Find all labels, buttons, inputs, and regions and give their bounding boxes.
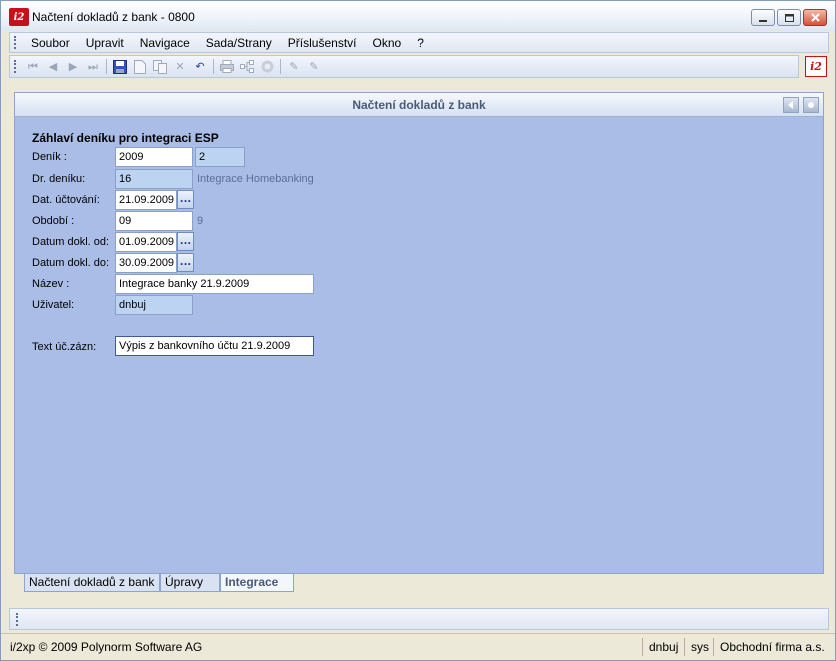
panel-prev-button[interactable] [783, 97, 799, 113]
minimize-button[interactable] [751, 9, 775, 26]
dr-deniku-label: Dr. deníku: [32, 173, 86, 185]
save-icon[interactable] [112, 59, 128, 75]
tab-upravy[interactable]: Úpravy [160, 574, 220, 592]
nazev-label: Název : [32, 278, 70, 290]
dat-uctovani-lookup-button[interactable]: ... [177, 190, 194, 209]
application-window: i2 Načtení dokladů z bank - 0800 Soubor … [0, 0, 836, 661]
panel-next-button[interactable] [803, 97, 819, 113]
datum-do-label: Datum dokl. do: [32, 257, 110, 269]
delete-icon[interactable]: ✕ [172, 59, 188, 75]
last-record-icon[interactable]: ⏭ [85, 59, 101, 75]
dr-deniku-field: 16 [115, 169, 193, 189]
maximize-button[interactable] [777, 9, 801, 26]
status-system: sys [691, 640, 709, 654]
dat-uctovani-input[interactable]: 21.09.2009 [115, 190, 177, 210]
dat-uctovani-label: Dat. účtování: [32, 194, 100, 206]
toolbar: ⏮ ◀ ▶ ⏭ ✕ ↶ ✎ ✎ [9, 55, 799, 78]
text-uczazn-label: Text úč.zázn: [32, 341, 97, 353]
denik-input[interactable]: 2009 [115, 147, 193, 167]
window-title: Načtení dokladů z bank - 0800 [32, 10, 195, 24]
edit-alt-icon[interactable]: ✎ [306, 59, 322, 75]
menu-navigace[interactable]: Navigace [132, 36, 198, 50]
menu-okno[interactable]: Okno [365, 36, 410, 50]
tab-strip: Načtení dokladů z bank Úpravy Integrace [14, 574, 824, 594]
window-controls [751, 9, 827, 26]
status-separator [684, 638, 685, 656]
prev-record-icon[interactable]: ◀ [45, 59, 61, 75]
dr-deniku-description: Integrace Homebanking [197, 173, 314, 185]
undo-icon[interactable]: ↶ [192, 59, 208, 75]
status-user: dnbuj [649, 640, 679, 654]
status-bar: i/2xp © 2009 Polynorm Software AG dnbuj … [1, 633, 835, 660]
menu-soubor[interactable]: Soubor [23, 36, 78, 50]
menu-upravit[interactable]: Upravit [78, 36, 132, 50]
edit-icon[interactable]: ✎ [286, 59, 302, 75]
status-company: Obchodní firma a.s. [720, 640, 825, 654]
status-separator [713, 638, 714, 656]
bottom-toolbar [9, 608, 829, 630]
toolbar-separator [213, 59, 214, 74]
arrow-left-icon [788, 101, 793, 109]
panel-header: Načtení dokladů z bank [15, 93, 823, 117]
datum-do-lookup-button[interactable]: ... [177, 253, 194, 272]
denik-label: Deník : [32, 151, 67, 163]
close-icon [810, 13, 820, 22]
menu-help[interactable]: ? [409, 36, 432, 50]
toolbar-separator [280, 59, 281, 74]
obdobi-description: 9 [197, 215, 204, 227]
datum-od-input[interactable]: 01.09.2009 [115, 232, 177, 252]
bottom-toolbar-grip-handle[interactable] [16, 613, 19, 626]
gear-icon [808, 102, 814, 108]
toolbar-grip-handle[interactable] [14, 60, 17, 73]
status-separator [642, 638, 643, 656]
denik-extra-field: 2 [195, 147, 245, 167]
menu-prislusenstvi[interactable]: Příslušenství [280, 36, 365, 50]
obdobi-label: Období : [32, 215, 75, 227]
new-icon[interactable] [132, 59, 148, 75]
refresh-icon[interactable] [259, 59, 275, 75]
menu-sada-strany[interactable]: Sada/Strany [198, 36, 280, 50]
panel-title: Načtení dokladů z bank [352, 98, 486, 112]
menu-grip-handle[interactable] [14, 36, 17, 49]
section-title: Záhlaví deníku pro integraci ESP [32, 131, 219, 145]
main-panel: Načtení dokladů z bank Záhlaví deníku pr… [14, 92, 824, 574]
print-icon[interactable] [219, 59, 235, 75]
close-button[interactable] [803, 9, 827, 26]
datum-do-input[interactable]: 30.09.2009 [115, 253, 177, 273]
app-brand-icon: i2 [805, 56, 827, 77]
next-record-icon[interactable]: ▶ [65, 59, 81, 75]
toolbar-separator [106, 59, 107, 74]
tab-nacteni-dokladu[interactable]: Načtení dokladů z bank [24, 574, 160, 592]
nazev-input[interactable]: Integrace banky 21.9.2009 [115, 274, 314, 294]
text-uczazn-input[interactable]: Výpis z bankovního účtu 21.9.2009 [115, 336, 314, 356]
copy-icon[interactable] [152, 59, 168, 75]
uzivatel-field: dnbuj [115, 295, 193, 315]
app-logo-icon: i2 [9, 8, 29, 26]
menu-bar: Soubor Upravit Navigace Sada/Strany Přís… [9, 32, 829, 53]
tab-integrace[interactable]: Integrace [220, 574, 294, 592]
status-copyright: i/2xp © 2009 Polynorm Software AG [10, 640, 203, 654]
tree-icon[interactable] [239, 59, 255, 75]
obdobi-input[interactable]: 09 [115, 211, 193, 231]
minimize-icon [759, 19, 767, 22]
title-bar: i2 Načtení dokladů z bank - 0800 [1, 1, 835, 31]
first-record-icon[interactable]: ⏮ [25, 59, 41, 75]
restore-icon [784, 13, 794, 22]
datum-od-label: Datum dokl. od: [32, 236, 110, 248]
datum-od-lookup-button[interactable]: ... [177, 232, 194, 251]
uzivatel-label: Uživatel: [32, 299, 75, 311]
